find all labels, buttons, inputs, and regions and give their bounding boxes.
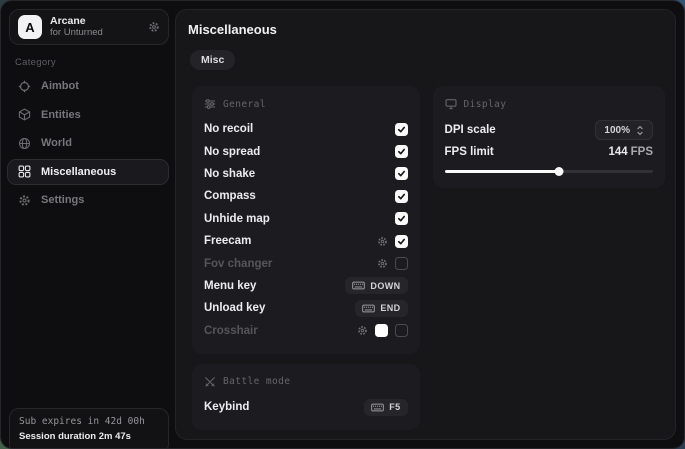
row-label: Compass — [204, 190, 256, 202]
gear-icon[interactable] — [148, 21, 160, 33]
sub-expiry-text: Sub expires in 42d 00h — [19, 416, 159, 427]
row-keybind: Keybind F5 — [204, 396, 408, 418]
row-label: Fov changer — [204, 258, 272, 270]
crossed-swords-icon — [204, 376, 216, 388]
brand-card: A Arcane for Unturned — [9, 9, 169, 45]
row-fps-limit: FPS limit 144FPS — [445, 142, 653, 162]
battle-mode-card-header: Battle mode — [204, 374, 408, 390]
unhide-map-checkbox[interactable] — [395, 212, 408, 225]
avatar: A — [18, 15, 42, 39]
fps-limit-value: 144FPS — [608, 146, 653, 158]
battle-mode-card-title: Battle mode — [223, 376, 290, 387]
row-label: Unload key — [204, 302, 265, 314]
key-label: DOWN — [370, 281, 400, 291]
row-compass: Compass — [204, 185, 408, 207]
general-card-title: General — [223, 99, 266, 110]
main-panel: Miscellaneous Misc — [175, 9, 676, 440]
battle-mode-card: Battle mode Keybind — [192, 364, 420, 430]
no-spread-checkbox[interactable] — [395, 145, 408, 158]
row-fov-changer: Fov changer — [204, 252, 408, 274]
unload-key-binding[interactable]: END — [355, 300, 407, 317]
row-label: Keybind — [204, 401, 249, 413]
row-label: DPI scale — [445, 124, 496, 136]
page-title: Miscellaneous — [188, 22, 665, 37]
row-label: Crosshair — [204, 325, 258, 337]
keyboard-icon — [352, 281, 365, 290]
row-label: No recoil — [204, 123, 253, 135]
sliders-icon — [204, 98, 216, 110]
brand-text: Arcane for Unturned — [50, 16, 140, 39]
tab-misc[interactable]: Misc — [190, 50, 235, 70]
row-menu-key: Menu key DOWN — [204, 275, 408, 297]
row-label: No spread — [204, 146, 260, 158]
row-unload-key: Unload key END — [204, 297, 408, 319]
cube-icon — [18, 108, 31, 121]
row-no-spread: No spread — [204, 140, 408, 162]
sidebar-item-label: World — [41, 137, 72, 149]
row-dpi-scale: DPI scale 100% — [445, 118, 653, 142]
sidebar-item-entities[interactable]: Entities — [7, 102, 169, 128]
subscription-card: Sub expires in 42d 00h Session duration … — [9, 408, 169, 449]
display-card: Display DPI scale 100% — [433, 86, 665, 188]
row-label: FPS limit — [445, 146, 494, 158]
compass-checkbox[interactable] — [395, 190, 408, 203]
crosshair-color-swatch[interactable] — [375, 324, 388, 337]
row-label: Freecam — [204, 235, 251, 247]
no-recoil-checkbox[interactable] — [395, 123, 408, 136]
sidebar-item-label: Settings — [41, 194, 84, 206]
freecam-checkbox[interactable] — [395, 235, 408, 248]
row-no-shake: No shake — [204, 163, 408, 185]
sidebar: A Arcane for Unturned Category A — [1, 1, 175, 448]
category-label: Category — [15, 57, 56, 68]
sidebar-item-miscellaneous[interactable]: Miscellaneous — [7, 159, 169, 185]
chevron-up-down-icon — [636, 125, 644, 136]
freecam-settings-gear-icon[interactable] — [377, 236, 388, 247]
crosshair-checkbox[interactable] — [395, 324, 408, 337]
brand-subtitle: for Unturned — [50, 28, 140, 38]
key-label: F5 — [389, 402, 400, 412]
keyboard-icon — [362, 304, 375, 313]
display-card-header: Display — [445, 96, 653, 112]
dpi-scale-value: 100% — [604, 125, 630, 136]
category-nav: Aimbot Entities World — [7, 73, 169, 216]
gear-icon — [18, 194, 31, 207]
slider-thumb[interactable] — [555, 167, 564, 176]
dpi-scale-select[interactable]: 100% — [595, 120, 653, 140]
grid-icon — [18, 165, 31, 178]
brand-name: Arcane — [50, 16, 140, 28]
app-window: A Arcane for Unturned Category A — [0, 0, 685, 449]
sidebar-item-label: Aimbot — [41, 80, 79, 92]
sidebar-item-label: Miscellaneous — [41, 166, 116, 178]
sidebar-item-label: Entities — [41, 109, 81, 121]
crosshair-icon — [18, 80, 31, 93]
sidebar-item-world[interactable]: World — [7, 130, 169, 156]
sidebar-item-aimbot[interactable]: Aimbot — [7, 73, 169, 99]
fps-limit-slider[interactable] — [445, 167, 653, 176]
session-duration-text: Session duration 2m 47s — [19, 431, 159, 442]
row-label: Unhide map — [204, 213, 270, 225]
monitor-icon — [445, 98, 457, 110]
sidebar-item-settings[interactable]: Settings — [7, 187, 169, 213]
row-freecam: Freecam — [204, 230, 408, 252]
row-label: No shake — [204, 168, 255, 180]
general-card-header: General — [204, 96, 408, 112]
key-label: END — [380, 303, 400, 313]
row-no-recoil: No recoil — [204, 118, 408, 140]
fov-changer-checkbox[interactable] — [395, 257, 408, 270]
row-crosshair: Crosshair — [204, 320, 408, 342]
no-shake-checkbox[interactable] — [395, 167, 408, 180]
globe-icon — [18, 137, 31, 150]
row-label: Menu key — [204, 280, 256, 292]
row-unhide-map: Unhide map — [204, 208, 408, 230]
fov-settings-gear-icon[interactable] — [377, 258, 388, 269]
general-card: General No recoil No spread — [192, 86, 420, 354]
battle-keybind[interactable]: F5 — [364, 399, 407, 416]
display-card-title: Display — [464, 99, 507, 110]
slider-fill — [445, 170, 560, 173]
menu-key-binding[interactable]: DOWN — [345, 277, 407, 294]
keyboard-icon — [371, 403, 384, 412]
crosshair-settings-gear-icon[interactable] — [357, 325, 368, 336]
